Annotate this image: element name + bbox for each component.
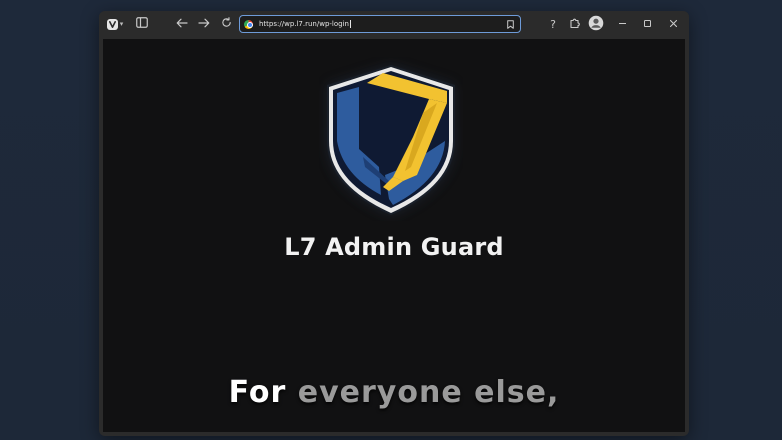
browser-toolbar: ▾ https://wp.l7.run/wp-login ? <box>99 11 689 37</box>
maximize-button[interactable] <box>639 15 655 33</box>
video-caption: For everyone else, <box>103 375 685 410</box>
help-button[interactable]: ? <box>546 15 560 33</box>
reload-button[interactable] <box>218 15 234 33</box>
panel-icon <box>136 17 148 31</box>
extensions-button[interactable] <box>567 15 583 33</box>
bookmark-icon[interactable] <box>506 19 514 29</box>
browser-menu-button[interactable]: ▾ <box>104 15 126 33</box>
page-viewport: L7 Admin Guard For everyone else, <box>103 39 685 432</box>
site-favicon-icon <box>244 19 253 29</box>
browser-window: ▾ https://wp.l7.run/wp-login ? L7 Admin … <box>99 11 689 436</box>
back-button[interactable] <box>174 15 190 33</box>
arrow-left-icon <box>176 17 188 31</box>
profile-button[interactable] <box>587 15 605 33</box>
address-bar[interactable]: https://wp.l7.run/wp-login <box>239 15 521 33</box>
minimize-icon <box>618 17 627 31</box>
text-caret <box>349 20 351 28</box>
shield-logo-icon <box>319 57 463 221</box>
desktop: ▾ https://wp.l7.run/wp-login ? L7 Admin … <box>0 0 782 440</box>
forward-button[interactable] <box>196 15 212 33</box>
puzzle-icon <box>569 17 581 32</box>
vivaldi-icon <box>106 18 118 30</box>
maximize-icon <box>643 17 652 31</box>
caption-highlight: For <box>228 375 287 410</box>
close-icon <box>669 17 678 31</box>
minimize-button[interactable] <box>614 15 630 33</box>
reload-icon <box>221 17 232 31</box>
url-text: https://wp.l7.run/wp-login <box>259 20 349 28</box>
caption-rest: everyone else, <box>297 375 560 410</box>
chevron-down-icon: ▾ <box>119 20 124 28</box>
brand-title: L7 Admin Guard <box>284 233 504 261</box>
url-field[interactable]: https://wp.l7.run/wp-login <box>259 20 506 28</box>
arrow-right-icon <box>198 17 210 31</box>
help-icon: ? <box>550 17 556 31</box>
panel-toggle-button[interactable] <box>134 15 150 33</box>
user-icon <box>588 15 604 34</box>
close-button[interactable] <box>665 15 681 33</box>
